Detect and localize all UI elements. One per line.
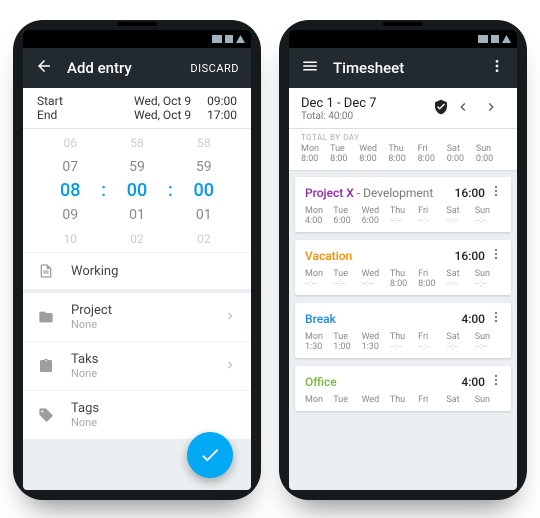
day-totals-row: Mon8:00Tue8:00Wed8:00Thu8:00Fri8:00Sat0:… bbox=[301, 144, 505, 164]
project-total: 16:00 bbox=[455, 249, 485, 263]
phone-right: Timesheet Dec 1 - Dec 7 Total: 40:00 TOT… bbox=[279, 20, 527, 500]
day-col: Mon8:00 bbox=[301, 144, 330, 164]
status-triangle-icon bbox=[502, 35, 511, 43]
check-icon bbox=[199, 444, 221, 466]
working-label: Working bbox=[71, 264, 237, 279]
back-button[interactable] bbox=[35, 57, 53, 79]
status-square-icon bbox=[225, 35, 233, 43]
project-card[interactable]: Office4:00MonTueWedThuFriSatSun bbox=[295, 366, 511, 411]
day-col: Sun0:00 bbox=[476, 144, 505, 164]
start-end-block[interactable]: Start Wed, Oct 9 09:00 End Wed, Oct 9 17… bbox=[23, 88, 251, 128]
chevron-right-icon bbox=[223, 308, 237, 327]
project-name: Project X - Development bbox=[305, 186, 455, 200]
tags-value: None bbox=[71, 416, 237, 429]
project-total: 4:00 bbox=[461, 312, 485, 326]
time-picker[interactable]: 06 07 08 09 10 : 58 59 00 01 02 : 58 59 … bbox=[23, 128, 251, 252]
tags-label: Tags bbox=[71, 401, 237, 416]
status-bar bbox=[23, 30, 251, 48]
task-value: None bbox=[71, 367, 207, 380]
note-icon bbox=[37, 263, 55, 279]
date-range: Dec 1 - Dec 7 bbox=[301, 96, 433, 111]
app-bar: Add entry DISCARD bbox=[23, 48, 251, 88]
task-label: Taks bbox=[71, 352, 207, 367]
menu-button[interactable] bbox=[301, 57, 319, 79]
project-card[interactable]: Vacation16:00Mon--:--Tue--:--Wed--:--Thu… bbox=[295, 240, 511, 295]
day-totals-header: TOTAL BY DAY Mon8:00Tue8:00Wed8:00Thu8:0… bbox=[289, 129, 517, 171]
project-name: Vacation bbox=[305, 249, 455, 263]
end-time: 17:00 bbox=[207, 108, 237, 122]
project-total: 4:00 bbox=[461, 375, 485, 389]
day-col: Sat0:00 bbox=[447, 144, 476, 164]
card-overflow-button[interactable] bbox=[489, 309, 503, 328]
end-label: End bbox=[37, 108, 134, 122]
next-week-button[interactable] bbox=[477, 99, 505, 119]
card-overflow-button[interactable] bbox=[489, 246, 503, 265]
working-row[interactable]: Working bbox=[23, 252, 251, 289]
day-col: Thu8:00 bbox=[388, 144, 417, 164]
prev-week-button[interactable] bbox=[449, 99, 477, 119]
total-by-day-label: TOTAL BY DAY bbox=[301, 133, 505, 142]
status-triangle-icon bbox=[236, 35, 245, 43]
discard-button[interactable]: DISCARD bbox=[190, 62, 239, 75]
project-label: Project bbox=[71, 303, 207, 318]
project-cards: Project X - Development16:00Mon4:00Tue6:… bbox=[289, 171, 517, 425]
day-col: Fri8:00 bbox=[418, 144, 447, 164]
overflow-button[interactable] bbox=[489, 58, 505, 78]
status-rect-icon bbox=[212, 35, 222, 43]
day-col: Tue8:00 bbox=[330, 144, 359, 164]
clipboard-icon bbox=[37, 358, 55, 374]
range-header: Dec 1 - Dec 7 Total: 40:00 bbox=[289, 88, 517, 129]
hour-wheel[interactable]: 06 07 08 09 10 bbox=[45, 131, 95, 251]
project-card[interactable]: Break4:00Mon1:30Tue1:00Wed1:30Thu--:--Fr… bbox=[295, 303, 511, 358]
approved-badge-icon[interactable] bbox=[433, 99, 449, 119]
minute-wheel[interactable]: 58 59 00 01 02 bbox=[112, 131, 162, 251]
entry-options: Working Project None Taks bbox=[23, 252, 251, 439]
start-label: Start bbox=[37, 94, 134, 108]
card-overflow-button[interactable] bbox=[489, 372, 503, 391]
project-row[interactable]: Project None bbox=[23, 289, 251, 341]
tags-row[interactable]: Tags None bbox=[23, 390, 251, 439]
status-square-icon bbox=[491, 35, 499, 43]
tag-icon bbox=[37, 407, 55, 423]
project-total: 16:00 bbox=[455, 186, 485, 200]
project-name: Office bbox=[305, 375, 461, 389]
screen-timesheet: Timesheet Dec 1 - Dec 7 Total: 40:00 TOT… bbox=[289, 30, 517, 490]
project-value: None bbox=[71, 318, 207, 331]
page-title: Timesheet bbox=[333, 59, 475, 77]
total-label: Total: 40:00 bbox=[301, 111, 433, 122]
task-row[interactable]: Taks None bbox=[23, 341, 251, 390]
start-time: 09:00 bbox=[207, 94, 237, 108]
project-card[interactable]: Project X - Development16:00Mon4:00Tue6:… bbox=[295, 177, 511, 232]
start-date: Wed, Oct 9 bbox=[134, 94, 191, 108]
folder-icon bbox=[37, 309, 55, 325]
phone-left: Add entry DISCARD Start Wed, Oct 9 09:00… bbox=[13, 20, 261, 500]
card-overflow-button[interactable] bbox=[489, 183, 503, 202]
app-bar: Timesheet bbox=[289, 48, 517, 88]
status-rect-icon bbox=[478, 35, 488, 43]
confirm-fab[interactable] bbox=[187, 432, 233, 478]
chevron-right-icon bbox=[223, 357, 237, 376]
page-title: Add entry bbox=[67, 59, 176, 77]
status-bar bbox=[289, 30, 517, 48]
end-date: Wed, Oct 9 bbox=[134, 108, 191, 122]
project-name: Break bbox=[305, 312, 461, 326]
screen-add-entry: Add entry DISCARD Start Wed, Oct 9 09:00… bbox=[23, 30, 251, 490]
second-wheel[interactable]: 58 59 00 01 02 bbox=[179, 131, 229, 251]
day-col: Wed8:00 bbox=[359, 144, 388, 164]
